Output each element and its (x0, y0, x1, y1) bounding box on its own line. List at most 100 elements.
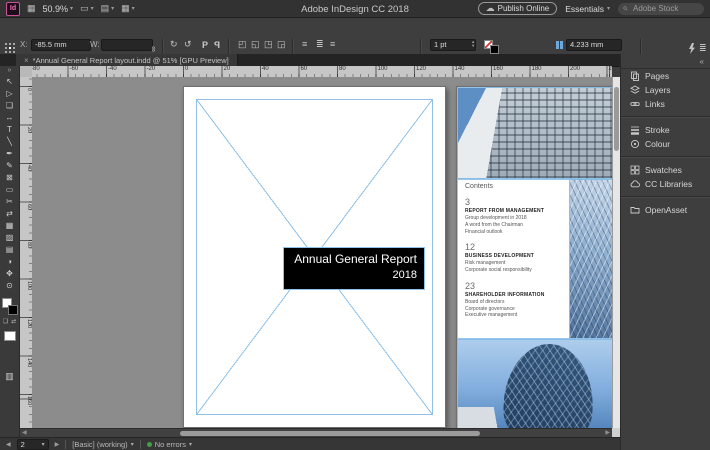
cover-year-text: 2018 (284, 269, 417, 281)
rectangle-tool[interactable]: ▭ (0, 184, 20, 196)
next-page-icon[interactable]: ▶ (55, 441, 60, 448)
toc-section-title: SHAREHOLDER INFORMATION (465, 292, 567, 298)
panel-tab-layers[interactable]: Layers (621, 83, 710, 97)
selection-tool[interactable]: ↖ (0, 76, 20, 88)
vertical-scrollbar-thumb[interactable] (614, 87, 619, 151)
ruler-tick-label: -60 (68, 66, 107, 72)
tool-icon: ▦ (6, 222, 14, 230)
flip-indicator: P (202, 40, 208, 50)
fit-content-icon[interactable]: ◰ (238, 40, 247, 49)
screen-mode-dropdown[interactable]: ▤ ▾ (101, 4, 115, 13)
ruler-tick-label: 100 (20, 279, 32, 318)
chevron-down-icon: ▾ (70, 6, 73, 12)
gherkin-photo-bottom[interactable] (457, 339, 612, 428)
screen-mode-button[interactable]: ▥ (5, 371, 14, 382)
document-tab[interactable]: × *Annual General Report layout.indd @ 5… (16, 54, 238, 66)
previous-page-icon[interactable]: ◀ (6, 441, 11, 448)
stroke-weight-stepper[interactable]: ▴ ▾ (472, 40, 474, 48)
stroke-weight-field[interactable]: 1 pt (430, 39, 476, 51)
page-contents[interactable]: Contents 3 REPORT FROM MANAGEMENT Group … (456, 86, 612, 428)
chevron-down-icon: ▾ (91, 6, 94, 12)
gradient-swatch-tool[interactable]: ▦ (0, 220, 20, 232)
panel-menu-icon[interactable]: ≣ (699, 44, 707, 53)
pencil-tool[interactable]: ✎ (0, 160, 20, 172)
stroke-swatch[interactable] (8, 305, 18, 315)
rotate-ccw-icon[interactable]: ↺ (184, 40, 192, 49)
ruler-tick-label: 140 (453, 66, 492, 72)
type-tool[interactable]: T (0, 124, 20, 136)
swap-fill-stroke-icon[interactable]: ⇄ (11, 319, 16, 325)
workspace-switcher[interactable]: Essentials ▾ (565, 4, 610, 14)
page-tool[interactable]: ❏ (0, 100, 20, 112)
hand-tool[interactable]: ✥ (0, 268, 20, 280)
page-number-dropdown[interactable]: 2 ▾ (17, 439, 49, 450)
fill-frame-icon[interactable]: ◲ (277, 40, 286, 49)
scissors-tool[interactable]: ✂ (0, 196, 20, 208)
ruler-tick-label: -20 (145, 66, 184, 72)
view-options-dropdown[interactable]: ▭ ▾ (80, 4, 94, 13)
cover-title-frame[interactable]: Annual General Report 2018 (283, 247, 425, 290)
horizontal-scrollbar-thumb[interactable] (180, 431, 480, 436)
gradient-feather-tool[interactable]: ▨ (0, 232, 20, 244)
adobe-stock-search[interactable] (618, 3, 704, 15)
fit-proportional-icon[interactable]: ◳ (264, 40, 273, 49)
zoom-tool[interactable]: ⊙ (0, 280, 20, 292)
x-position-field[interactable]: -85.5 mm (31, 39, 91, 51)
width-field[interactable] (101, 39, 153, 51)
panel-tab-pages[interactable]: Pages (621, 69, 710, 83)
panel-tab-swatches[interactable]: Swatches (621, 163, 710, 177)
skyscraper-photo-right[interactable] (569, 179, 612, 339)
align-left-icon[interactable]: ≡ (302, 40, 307, 49)
panel-tab-cc-libraries[interactable]: CC Libraries (621, 177, 710, 191)
rectangle-frame-tool[interactable]: ⊠ (0, 172, 20, 184)
fit-frame-icon[interactable]: ◱ (251, 40, 260, 49)
publish-online-button[interactable]: ☁ Publish Online (478, 2, 558, 15)
gutter-value-field[interactable]: 4.233 mm (566, 39, 622, 51)
adobe-stock-search-input[interactable] (631, 3, 699, 14)
swatches-icon (630, 165, 640, 175)
panel-tab-colour[interactable]: Colour (621, 137, 710, 151)
horizontal-scrollbar[interactable]: ◀ ▶ (20, 428, 612, 437)
ruler-tick-label: -40 (106, 66, 145, 72)
line-tool[interactable]: ╲ (0, 136, 20, 148)
tool-icon: ✂ (6, 198, 13, 206)
ruler-tick-label: 40 (20, 163, 32, 202)
collapse-tools-icon[interactable]: » (8, 67, 12, 76)
stroke-black-swatch[interactable] (490, 45, 499, 54)
direct-selection-tool[interactable]: ▷ (0, 88, 20, 100)
panel-tab-label: OpenAsset (645, 205, 687, 215)
w-label: W: (90, 41, 100, 49)
preflight-profile-dropdown[interactable]: [Basic] (working) ▾ (72, 440, 133, 449)
constrain-proportions-icon[interactable]: ∞ (149, 46, 157, 52)
reference-point-proxy[interactable] (5, 43, 15, 53)
default-fill-stroke-icon[interactable]: ❏ (3, 319, 8, 325)
colour-theme-tool[interactable]: ◑ (0, 256, 20, 268)
free-transform-tool[interactable]: ⇄ (0, 208, 20, 220)
screen-mode-icon: ▤ (101, 4, 110, 13)
align-center-icon[interactable]: ≣ (316, 40, 324, 49)
gap-tool[interactable]: ↔ (0, 112, 20, 124)
app-grid-icon[interactable]: ▦ (27, 4, 36, 13)
vertical-scrollbar[interactable] (612, 77, 620, 428)
close-tab-icon[interactable]: × (24, 56, 29, 65)
zoom-level-dropdown[interactable]: 50.9% ▾ (43, 4, 74, 14)
building-photo-top[interactable] (457, 87, 612, 179)
rotate-cw-icon[interactable]: ↻ (170, 40, 178, 49)
apply-none-button[interactable] (4, 331, 16, 341)
panel-tab-openasset[interactable]: OpenAsset (621, 203, 710, 217)
preflight-status-dropdown[interactable]: No errors ▾ (147, 440, 192, 449)
fill-stroke-indicator[interactable] (1, 297, 19, 317)
expand-panels-icon[interactable]: « (700, 57, 704, 66)
pen-tool[interactable]: ✒ (0, 148, 20, 160)
page-cover[interactable]: Annual General Report 2018 (183, 86, 446, 428)
panel-tab-label: CC Libraries (645, 179, 692, 189)
document-canvas[interactable]: Annual General Report 2018 Contents 3 RE… (32, 77, 612, 428)
panel-tab-links[interactable]: Links (621, 97, 710, 111)
note-tool[interactable]: ▤ (0, 244, 20, 256)
toc-page-number: 12 (465, 242, 567, 252)
stroke-icon (630, 125, 640, 135)
arrange-documents-dropdown[interactable]: ▦ ▾ (121, 4, 135, 13)
align-right-icon[interactable]: ≡ (330, 40, 335, 49)
tool-icon: ▤ (6, 246, 14, 254)
panel-tab-stroke[interactable]: Stroke (621, 123, 710, 137)
